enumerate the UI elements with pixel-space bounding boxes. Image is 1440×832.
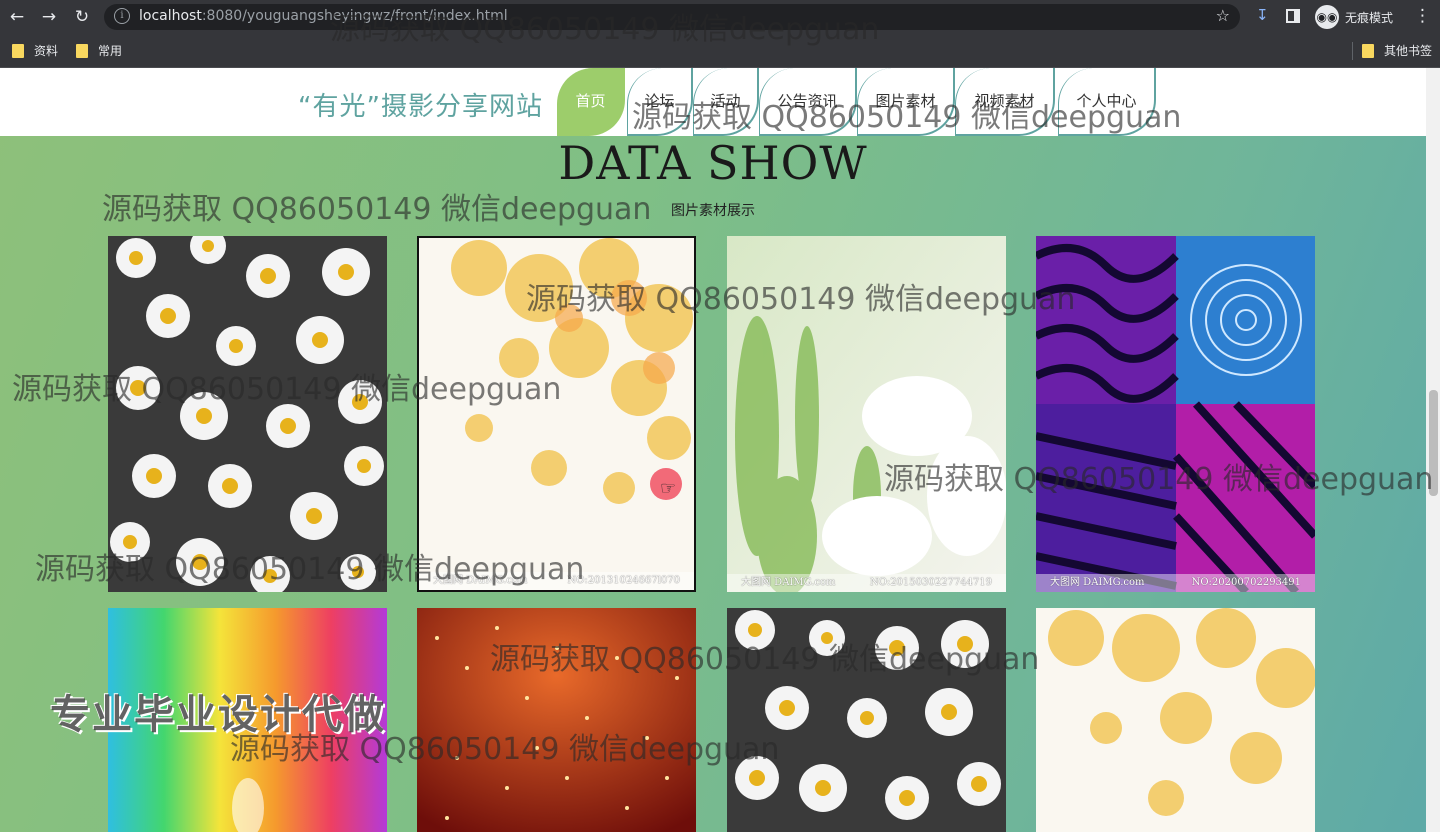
folder-icon [76,44,88,58]
promo-overlay-text: 专业毕业设计代做 [50,692,386,738]
scrollbar-thumb[interactable] [1429,390,1438,496]
image-card[interactable] [727,608,1006,832]
bookmarks-bar: 资料 常用 其他书签 [0,34,1440,68]
image-card[interactable] [417,608,696,832]
site-header: “有光”摄影分享网站 首页 论坛 活动 公告资讯 图片素材 视频素材 个人中心 [0,68,1426,136]
image-footer: 大图网 DAIMG.com NO:20200702293491 [1036,574,1315,592]
image-card[interactable]: 大图网 DAIMG.com NO:20131024667l070 [417,236,696,592]
nav-image-materials[interactable]: 图片素材 [857,68,955,136]
browser-toolbar: ← → ↻ i localhost:8080/youguangsheyingwz… [0,0,1440,34]
side-panel-icon[interactable] [1286,9,1300,23]
daisies-image [108,236,387,592]
bookmark-folder-changyong[interactable]: 常用 [76,42,122,60]
image-footer: 大图网 DAIMG.com NO:2015030227744719 [727,574,1006,592]
back-arrow-icon[interactable]: ← [6,6,28,28]
image-card[interactable] [108,236,387,592]
nav-forum[interactable]: 论坛 [627,68,693,136]
folder-icon [12,44,24,58]
bookmark-star-icon[interactable]: ☆ [1216,6,1230,25]
incognito-icon[interactable]: ◉◉ [1315,5,1339,29]
address-bar[interactable]: i localhost:8080/youguangsheyingwz/front… [104,4,1240,30]
bookmark-folder-other[interactable]: 其他书签 [1362,42,1432,60]
reload-icon[interactable]: ↻ [71,6,93,28]
red-lights-image [417,608,696,832]
nav-video-materials[interactable]: 视频素材 [955,68,1055,136]
yellow-flowers-image [1036,608,1315,832]
download-icon[interactable]: ↧ [1256,6,1269,24]
browser-menu-icon[interactable]: ⋮ [1414,6,1431,26]
site-title: “有光”摄影分享网站 [298,92,543,122]
nav-activity[interactable]: 活动 [693,68,759,136]
image-footer: 大图网 DAIMG.com NO:20131024667l070 [419,572,694,590]
nav-home[interactable]: 首页 [557,68,625,136]
url-text[interactable]: localhost:8080/youguangsheyingwz/front/i… [139,8,508,24]
forward-arrow-icon[interactable]: → [38,6,60,28]
image-card[interactable] [1036,608,1315,832]
yellow-flowers-image [419,238,694,590]
bookmark-folder-ziliao[interactable]: 资料 [12,42,58,60]
image-card[interactable]: 大图网 DAIMG.com NO:2015030227744719 [727,236,1006,592]
section-title: DATA SHOW [558,136,868,190]
bookmarks-separator [1352,42,1353,60]
nav-announcements[interactable]: 公告资讯 [759,68,857,136]
nav-personal-center[interactable]: 个人中心 [1058,68,1156,136]
hand-cursor-icon: ☞ [660,478,677,499]
image-card[interactable]: 大图网 DAIMG.com NO:20200702293491 [1036,236,1315,592]
site-info-icon[interactable]: i [114,8,130,24]
psychedelic-image [1036,236,1315,592]
incognito-label: 无痕模式 [1345,11,1394,25]
daisies-image [727,608,1006,832]
white-lily-image [727,236,1006,592]
section-subtitle: 图片素材展示 [671,203,755,219]
folder-icon [1362,44,1374,58]
